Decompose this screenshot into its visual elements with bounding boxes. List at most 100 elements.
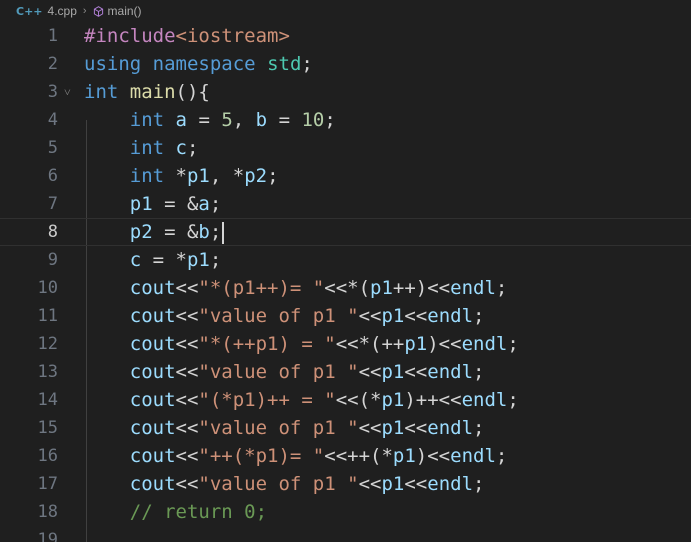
- code-line[interactable]: 12 cout<<"*(++p1) = "<<*(++p1)<<endl;: [0, 330, 691, 358]
- chevron-right-icon: ›: [82, 5, 87, 17]
- line-number: 1: [47, 26, 58, 46]
- code-token: endl: [427, 305, 474, 327]
- code-line[interactable]: 3 ˅ int main(){: [0, 78, 691, 106]
- code-line[interactable]: 6 int *p1, *p2;: [0, 162, 691, 190]
- code-line[interactable]: 16 cout<<"++(*p1)= "<<++(*p1)<<endl;: [0, 442, 691, 470]
- code-token: ;: [187, 137, 199, 159]
- breadcrumb-file[interactable]: 4.cpp: [48, 4, 77, 18]
- line-number: 3: [47, 82, 58, 102]
- code-text: int c;: [84, 134, 199, 162]
- code-token: p1: [381, 417, 405, 439]
- code-token: <<(*: [335, 389, 382, 411]
- code-token: =: [187, 109, 222, 131]
- code-line[interactable]: 11 cout<<"value of p1 "<<p1<<endl;: [0, 302, 691, 330]
- code-line[interactable]: 4 int a = 5, b = 10;: [0, 106, 691, 134]
- code-line[interactable]: 17 cout<<"value of p1 "<<p1<<endl;: [0, 470, 691, 498]
- code-token: "value of p1 ": [198, 361, 359, 383]
- code-token: <<*(++: [335, 333, 405, 355]
- code-token: ;: [473, 361, 485, 383]
- code-token: endl: [427, 473, 474, 495]
- code-token: int: [129, 137, 165, 159]
- code-token: <<: [175, 445, 199, 467]
- code-token: endl: [427, 361, 474, 383]
- cpp-file-icon: C++: [16, 4, 43, 18]
- code-token: endl: [427, 417, 474, 439]
- code-line[interactable]: 7 p1 = &a;: [0, 190, 691, 218]
- code-token: cout: [129, 445, 176, 467]
- code-token: "value of p1 ": [198, 417, 359, 439]
- line-number: 9: [47, 250, 58, 270]
- breadcrumb-symbol[interactable]: main(): [108, 4, 142, 18]
- code-token: p2: [129, 221, 153, 243]
- line-number: 12: [37, 334, 58, 354]
- code-token: <<: [175, 277, 199, 299]
- line-number: 2: [47, 54, 58, 74]
- line-number: 4: [47, 110, 58, 130]
- code-text: p2 = &b;: [84, 218, 225, 246]
- code-token: using: [84, 53, 142, 75]
- code-token: b: [255, 109, 268, 131]
- code-text: cout<<"*(p1++)= "<<*(p1++)<<endl;: [84, 274, 508, 302]
- code-token: endl: [450, 277, 496, 299]
- code-token: <<: [404, 305, 428, 327]
- code-text: cout<<"value of p1 "<<p1<<endl;: [84, 414, 485, 442]
- code-token: 10: [301, 109, 325, 131]
- code-line[interactable]: 19: [0, 526, 691, 542]
- method-cube-icon: [93, 5, 103, 17]
- code-token: <<: [175, 417, 199, 439]
- code-text: int main(){: [84, 78, 210, 106]
- code-text: cout<<"(*p1)++ = "<<(*p1)++<<endl;: [84, 386, 519, 414]
- code-token: p1: [129, 193, 153, 215]
- code-token: p1: [381, 473, 405, 495]
- code-token: p1: [392, 445, 416, 467]
- code-token: p1: [381, 389, 405, 411]
- line-number: 6: [47, 166, 58, 186]
- code-editor[interactable]: 1 #include<iostream> 2 using namespace std;…: [0, 22, 691, 542]
- code-text: cout<<"value of p1 "<<p1<<endl;: [84, 358, 485, 386]
- code-line[interactable]: 18 // return 0;: [0, 498, 691, 526]
- code-token: c: [175, 137, 187, 159]
- code-token: ;: [507, 389, 519, 411]
- code-token: <<: [175, 361, 199, 383]
- line-number: 8: [47, 222, 58, 242]
- code-token: "*(p1++)= ": [198, 277, 325, 299]
- line-number: 11: [37, 306, 58, 326]
- code-token: a: [198, 193, 210, 215]
- code-token: ;: [473, 417, 485, 439]
- line-number: 15: [37, 418, 58, 438]
- code-line[interactable]: 5 int c;: [0, 134, 691, 162]
- code-token: *: [164, 165, 187, 187]
- code-token: p1: [186, 249, 210, 271]
- code-line[interactable]: 2 using namespace std;: [0, 50, 691, 78]
- code-token: ;: [209, 249, 222, 271]
- code-token: ;: [209, 221, 222, 243]
- code-token: cout: [129, 277, 176, 299]
- code-token: int: [129, 165, 165, 187]
- code-line[interactable]: 9 c = *p1;: [0, 246, 691, 274]
- code-token: <<: [358, 473, 382, 495]
- line-number: 16: [37, 446, 58, 466]
- code-token: <<: [175, 333, 199, 355]
- code-token: main: [129, 81, 176, 103]
- code-line[interactable]: 8 p2 = &b;: [0, 218, 691, 246]
- code-line[interactable]: 14 cout<<"(*p1)++ = "<<(*p1)++<<endl;: [0, 386, 691, 414]
- code-line[interactable]: 13 cout<<"value of p1 "<<p1<<endl;: [0, 358, 691, 386]
- code-line[interactable]: 15 cout<<"value of p1 "<<p1<<endl;: [0, 414, 691, 442]
- line-number: 13: [37, 362, 58, 382]
- code-line[interactable]: 1 #include<iostream>: [0, 22, 691, 50]
- breadcrumb: C++ 4.cpp › main(): [0, 0, 691, 22]
- code-token: <<: [404, 417, 428, 439]
- code-line[interactable]: 10 cout<<"*(p1++)= "<<*(p1++)<<endl;: [0, 274, 691, 302]
- fold-chevron-icon[interactable]: ˅: [64, 78, 71, 106]
- code-token: ;: [495, 445, 508, 467]
